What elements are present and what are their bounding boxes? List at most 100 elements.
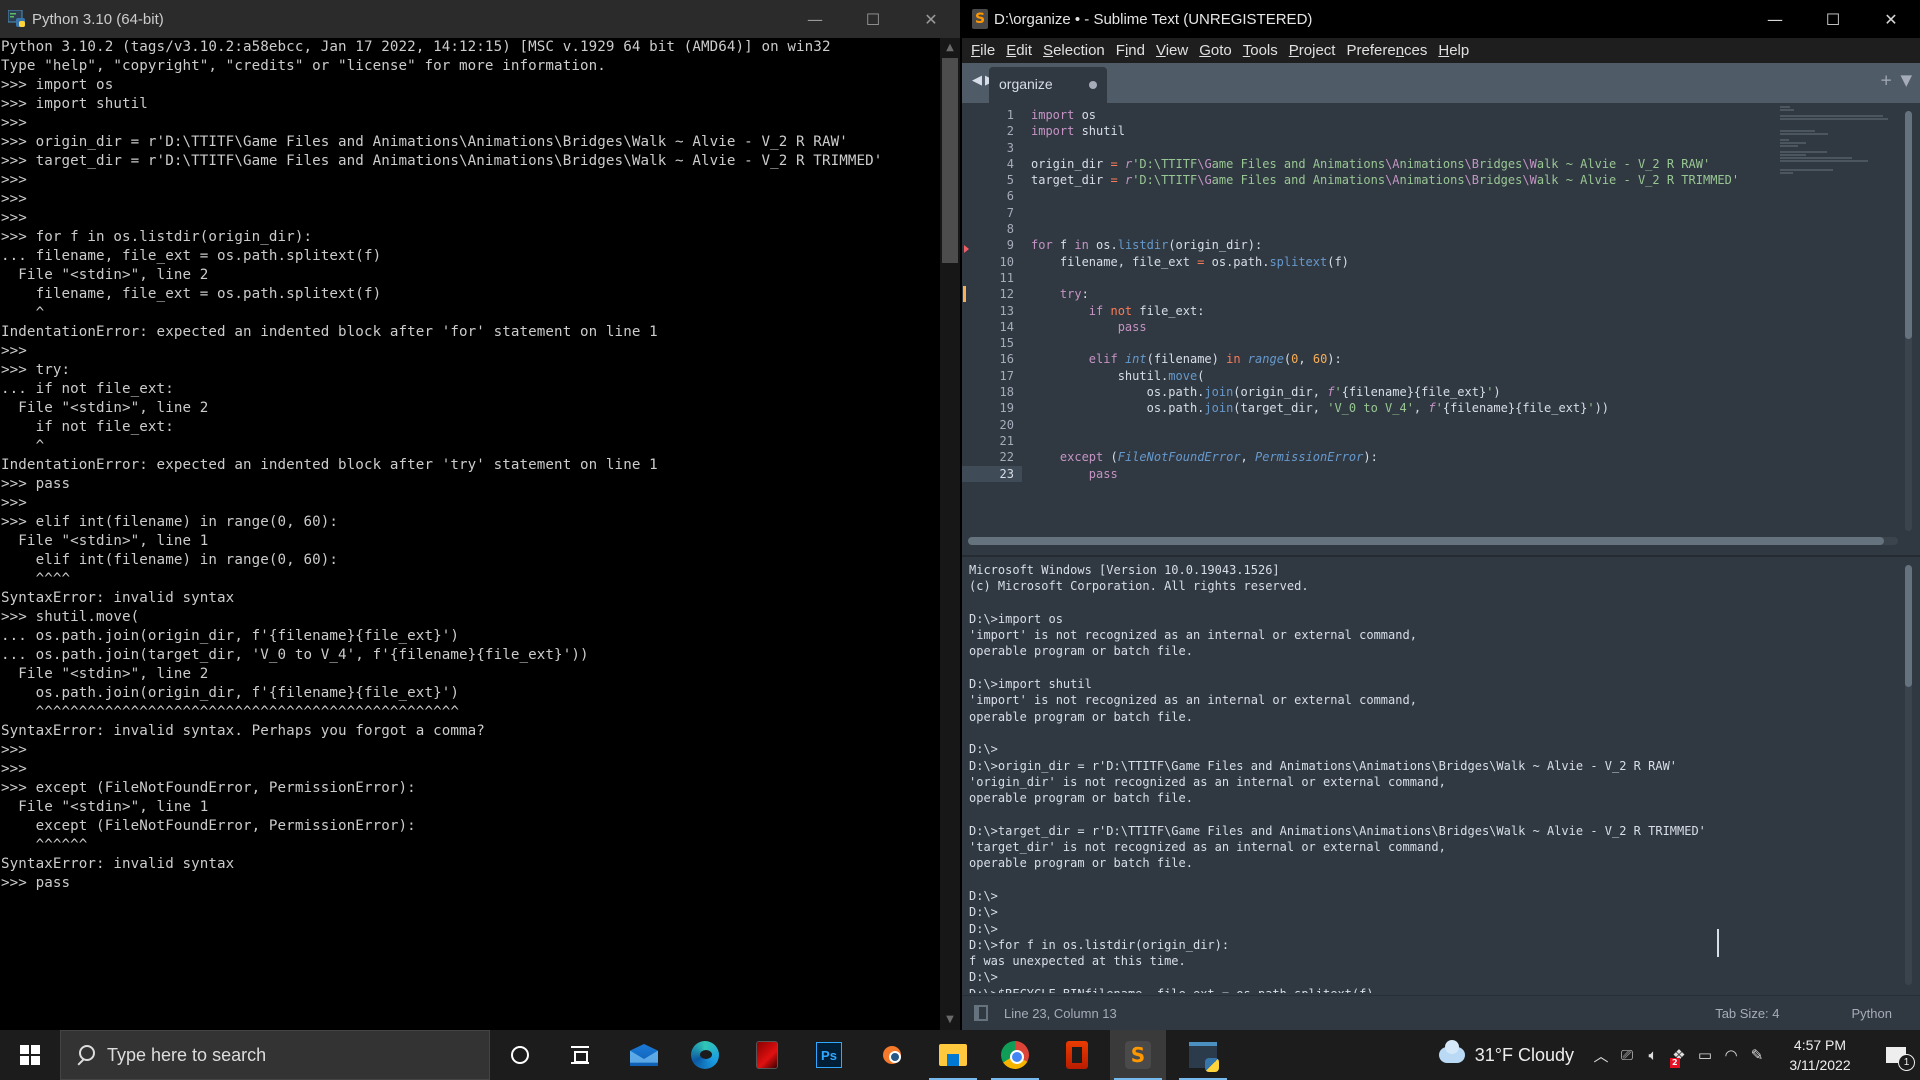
code-line: target_dir = r'D:\TTITF\Game Files and A… xyxy=(1031,172,1770,188)
line-number[interactable]: 13 xyxy=(962,303,1022,319)
python-console-scrollbar[interactable]: ▲ ▼ xyxy=(940,38,960,1030)
menu-selection[interactable]: Selection xyxy=(1038,42,1111,59)
console-line: elif int(filename) in range(0, 60): xyxy=(1,552,339,568)
taskbar-search[interactable] xyxy=(60,1030,490,1080)
tab-organize[interactable]: organize xyxy=(989,67,1107,103)
unsaved-dot-icon[interactable] xyxy=(1089,81,1097,89)
pen-workspace-icon[interactable]: ✎ xyxy=(1744,1030,1770,1080)
line-number[interactable]: 11 xyxy=(962,270,1022,286)
scrollbar-thumb[interactable] xyxy=(968,537,1884,545)
taskbar-office[interactable] xyxy=(1049,1030,1105,1080)
action-center-button[interactable]: 1 xyxy=(1872,1030,1920,1080)
scrollbar-thumb[interactable] xyxy=(1905,565,1912,687)
panel-vertical-scrollbar[interactable] xyxy=(1905,565,1912,985)
minimap-line xyxy=(1780,169,1833,171)
show-hidden-icons-chevron-icon[interactable]: ︿ xyxy=(1588,1030,1614,1080)
line-number[interactable]: 14 xyxy=(962,319,1022,335)
scrollbar-thumb[interactable] xyxy=(1905,111,1912,339)
python-titlebar[interactable]: Python 3.10 (64-bit) — ☐ ✕ xyxy=(0,0,960,38)
syntax-indicator[interactable]: Python xyxy=(1852,1006,1892,1021)
menu-file[interactable]: File xyxy=(966,42,1001,59)
code-text[interactable]: import os import shutil origin_dir = r'D:\… xyxy=(1031,107,1770,482)
minimap-line xyxy=(1780,115,1884,117)
taskbar-sublime-text[interactable]: S xyxy=(1110,1030,1166,1080)
line-number[interactable]: 2 xyxy=(962,123,1022,139)
line-number[interactable]: 21 xyxy=(962,433,1022,449)
taskbar-cortana[interactable] xyxy=(492,1030,548,1080)
code-editor[interactable]: 1 2 3 4 5 6 7 8 9 10 11 12 13 14 15 16 17 18 19 20 21 22 23 im… xyxy=(962,103,1920,533)
sublime-close-button[interactable]: ✕ xyxy=(1862,0,1920,38)
camera-icon[interactable]: ⎚ xyxy=(1614,1030,1640,1080)
line-number[interactable]: 12 xyxy=(962,286,1022,302)
line-number[interactable]: 9 xyxy=(962,237,1022,253)
output-panel[interactable]: Microsoft Windows [Version 10.0.19043.15… xyxy=(962,555,1920,993)
line-number[interactable]: 18 xyxy=(962,384,1022,400)
taskbar-task-view[interactable] xyxy=(552,1030,608,1080)
python-minimize-button[interactable]: — xyxy=(786,0,844,38)
search-icon xyxy=(75,1045,95,1065)
editor-horizontal-scrollbar[interactable] xyxy=(968,537,1898,545)
taskbar-python[interactable] xyxy=(1175,1030,1231,1080)
output-line: D:\> xyxy=(969,888,998,903)
taskbar-mail[interactable] xyxy=(616,1030,672,1080)
menu-edit[interactable]: Edit xyxy=(1001,42,1038,59)
menu-view[interactable]: View xyxy=(1151,42,1194,59)
menu-preferences[interactable]: Preferences xyxy=(1341,42,1433,59)
scroll-down-arrow-icon[interactable]: ▼ xyxy=(940,1010,960,1030)
python-maximize-button[interactable]: ☐ xyxy=(844,0,902,38)
menu-tools[interactable]: Tools xyxy=(1238,42,1284,59)
battery-icon[interactable]: ▭ xyxy=(1692,1030,1718,1080)
menu-help[interactable]: Help xyxy=(1433,42,1475,59)
line-number[interactable]: 1 xyxy=(962,107,1022,123)
line-number[interactable]: 5 xyxy=(962,172,1022,188)
menu-project[interactable]: Project xyxy=(1284,42,1342,59)
python-close-button[interactable]: ✕ xyxy=(902,0,960,38)
clock[interactable]: 4:57 PM 3/11/2022 xyxy=(1776,1035,1864,1075)
taskbar-chrome[interactable] xyxy=(987,1030,1043,1080)
python-console-output[interactable]: Python 3.10.2 (tags/v3.10.2:a58ebcc, Jan… xyxy=(0,38,940,1030)
dropbox-icon[interactable]: ❖ 2 xyxy=(1666,1030,1692,1080)
line-number[interactable]: 17 xyxy=(962,368,1022,384)
search-input[interactable] xyxy=(107,1044,467,1066)
line-number[interactable]: 10 xyxy=(962,254,1022,270)
line-number[interactable]: 23 xyxy=(962,465,1022,482)
sublime-titlebar[interactable]: S D:\organize • - Sublime Text (UNREGIST… xyxy=(962,0,1920,38)
taskbar-photoshop[interactable]: Ps xyxy=(801,1030,857,1080)
line-number[interactable]: 22 xyxy=(962,449,1022,465)
menu-goto[interactable]: Goto xyxy=(1194,42,1238,59)
sublime-minimize-button[interactable]: — xyxy=(1746,0,1804,38)
tab-nav-left-icon[interactable]: ◀ xyxy=(972,73,982,88)
line-number[interactable]: 3 xyxy=(962,140,1022,156)
taskbar-edge[interactable] xyxy=(677,1030,733,1080)
tab-size-indicator[interactable]: Tab Size: 4 xyxy=(1715,1006,1779,1021)
output-line: 'target_dir' is not recognized as an int… xyxy=(969,840,1446,855)
tab-list-dropdown-icon[interactable]: ▼ xyxy=(1900,71,1912,89)
volume-icon[interactable]: 🔈︎ xyxy=(1640,1030,1666,1080)
line-number[interactable]: 20 xyxy=(962,417,1022,433)
taskbar-file-explorer[interactable] xyxy=(925,1030,981,1080)
cursor-position[interactable]: Line 23, Column 13 xyxy=(1004,1006,1715,1021)
scroll-up-arrow-icon[interactable]: ▲ xyxy=(940,38,960,58)
weather-widget[interactable]: 31°F Cloudy xyxy=(1438,1040,1574,1066)
toggle-panel-icon[interactable] xyxy=(974,1005,988,1021)
line-number[interactable]: 19 xyxy=(962,400,1022,416)
scrollbar-thumb[interactable] xyxy=(942,58,958,263)
code-token: (target_dir, xyxy=(1233,401,1328,416)
editor-vertical-scrollbar[interactable] xyxy=(1905,111,1912,531)
line-number[interactable]: 16 xyxy=(962,351,1022,367)
line-number[interactable]: 8 xyxy=(962,221,1022,237)
wifi-icon[interactable]: ◠ xyxy=(1718,1030,1744,1080)
red-app-icon xyxy=(756,1041,778,1069)
line-number[interactable]: 7 xyxy=(962,205,1022,221)
minimap[interactable] xyxy=(1780,106,1900,531)
console-line: >>> import os xyxy=(1,77,114,93)
new-tab-plus-icon[interactable]: + xyxy=(1880,71,1893,89)
line-number[interactable]: 4 xyxy=(962,156,1022,172)
taskbar-blender[interactable] xyxy=(863,1030,919,1080)
line-number[interactable]: 6 xyxy=(962,188,1022,204)
start-button[interactable] xyxy=(0,1030,60,1080)
menu-find[interactable]: Find xyxy=(1111,42,1151,59)
sublime-maximize-button[interactable]: ☐ xyxy=(1804,0,1862,38)
taskbar-red-app[interactable] xyxy=(739,1030,795,1080)
line-number[interactable]: 15 xyxy=(962,335,1022,351)
